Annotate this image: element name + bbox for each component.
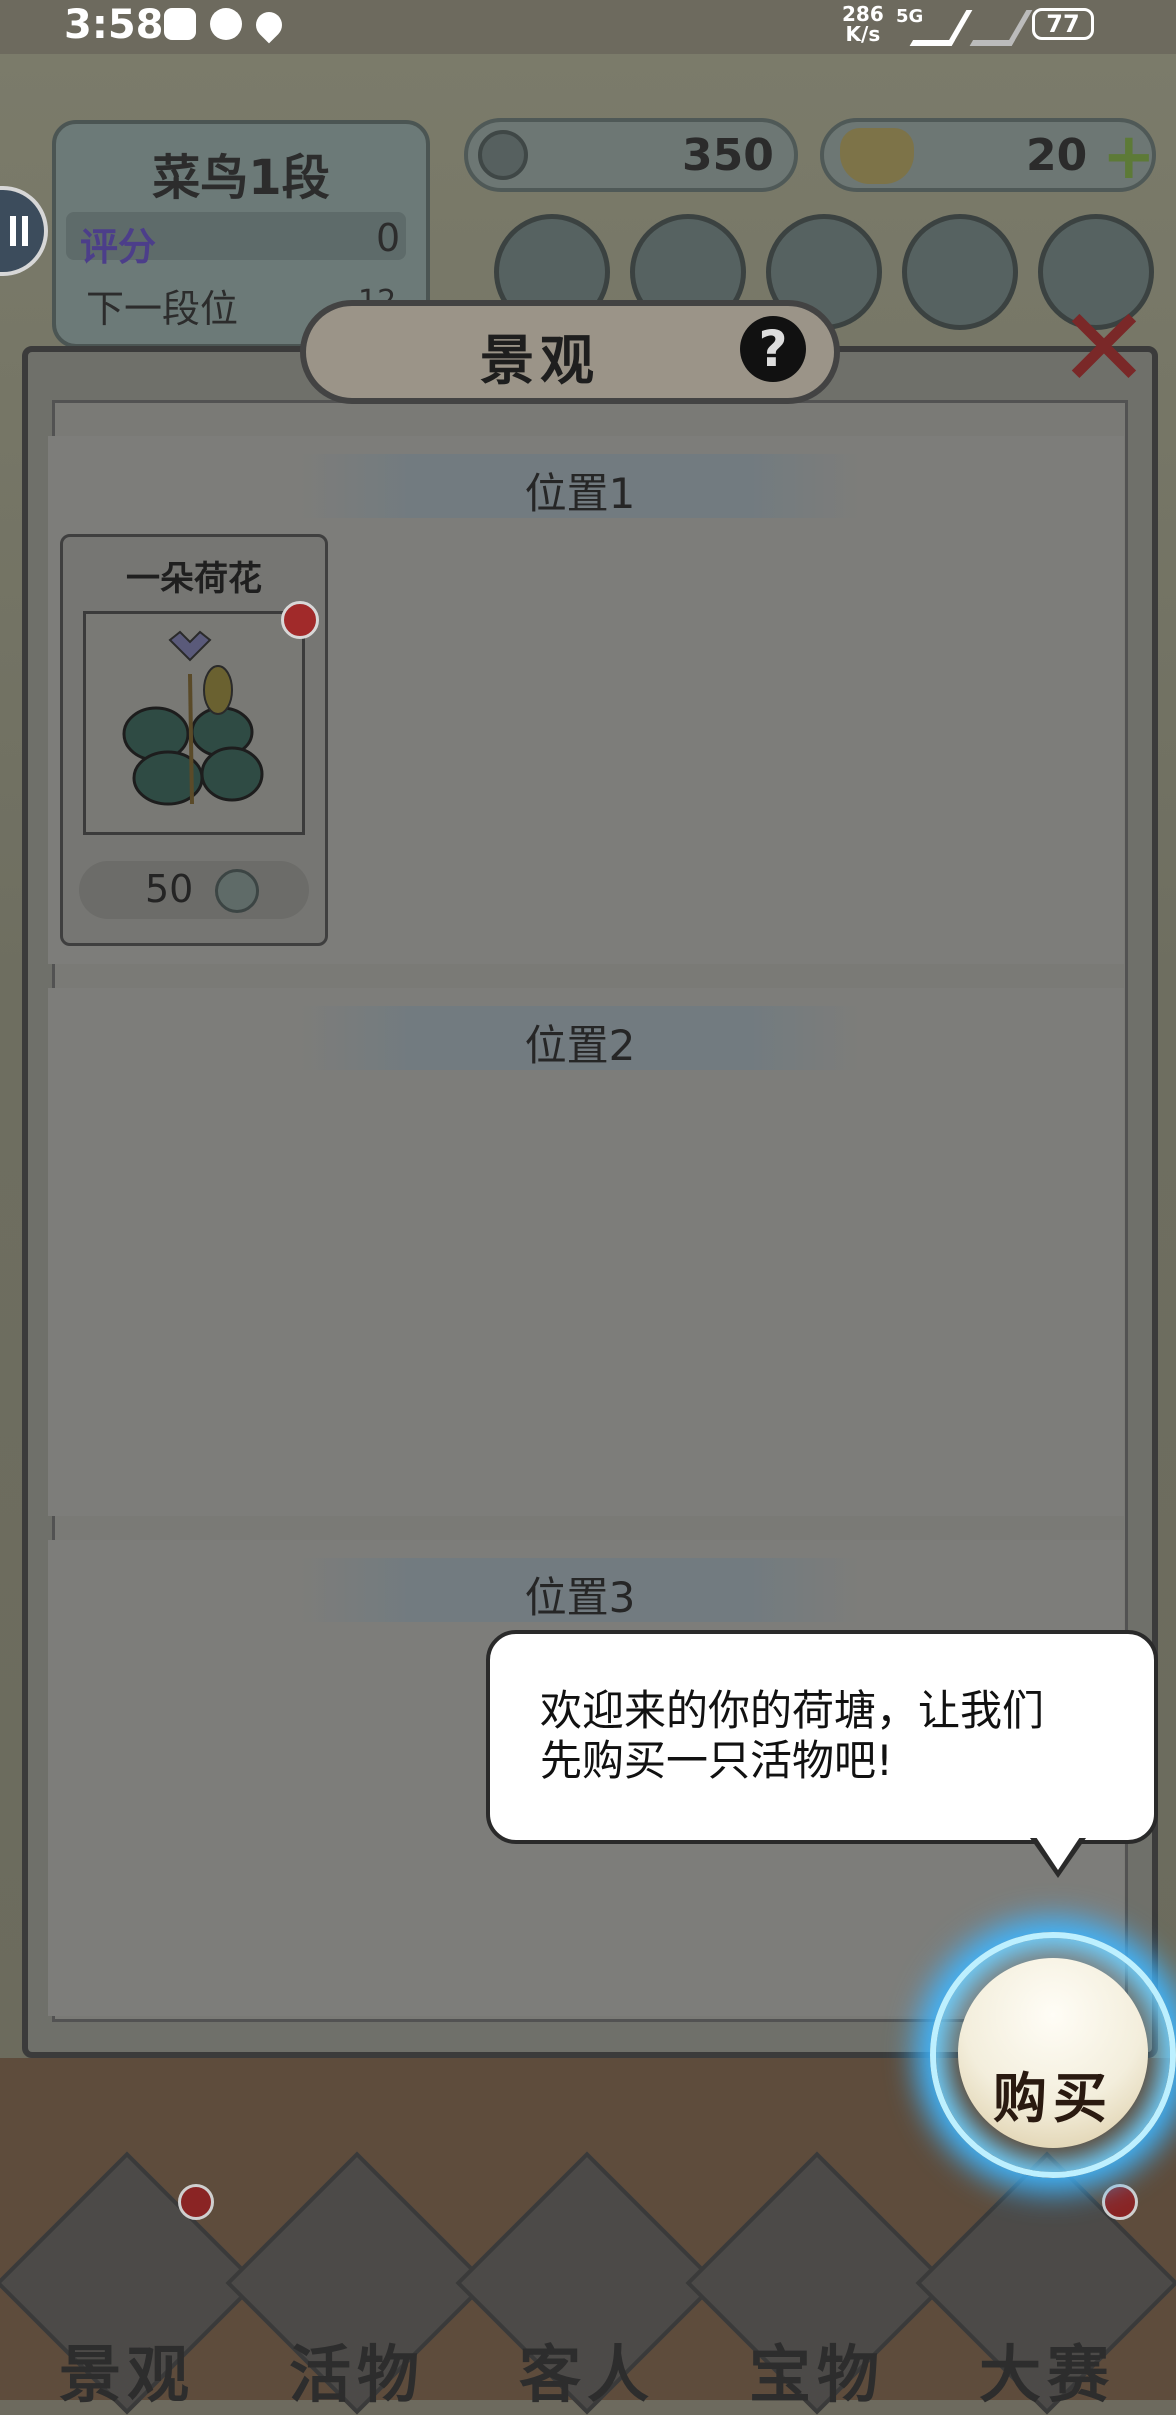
status-time: 3:58 [64,2,164,48]
status-bar: 3:58 286 K/s 5G 77 [0,0,1176,54]
add-gold-button[interactable]: + [1102,120,1156,194]
lotus-icon [83,611,305,835]
network-speed-unit: K/s [845,22,881,46]
tab-treasures-label: 宝物 [748,2338,885,2411]
slot-2-label: 位置2 [524,1021,636,1070]
slot-1-label: 位置1 [524,469,636,518]
score-label: 评分 [80,225,157,269]
gold-ingot-icon [840,128,914,184]
network-speed-value: 286 [842,2,884,26]
tab-contest-label: 大赛 [978,2338,1115,2411]
copper-coin-icon [478,130,528,180]
alarm-icon [210,8,242,40]
coin-value: 350 [682,130,774,181]
item-name: 一朵荷花 [126,559,262,599]
slot-3-header: 位置3 [300,1558,860,1622]
coin-counter: 350 [464,118,798,192]
tab-scenery-label: 景观 [58,2338,195,2411]
buy-button[interactable]: 购买 [958,1958,1148,2148]
item-price-value: 50 [145,867,194,911]
new-item-badge [281,601,319,639]
network-type: 5G [896,6,924,27]
gold-value: 20 [1026,130,1088,181]
score-value: 0 [376,216,401,260]
dialog-title-plaque: 景观 ? [300,300,840,404]
tab-creatures-label: 活物 [288,2338,425,2411]
tutorial-line-1: 欢迎来的你的荷塘，让我们 [540,1686,1045,1735]
rank-title: 菜鸟1段 [152,150,330,206]
copper-coin-icon [215,869,259,913]
item-price: 50 [79,861,309,919]
network-speed: 286 K/s [842,4,884,44]
item-card-lotus[interactable]: 一朵荷花 50 [60,534,328,946]
contest-badge [1102,2184,1138,2220]
tutorial-bubble: 欢迎来的你的荷塘，让我们 先购买一只活物吧! [486,1630,1158,1844]
bubble-tail-fill [1034,1834,1082,1870]
pause-icon [10,216,28,246]
help-button[interactable]: ? [740,316,806,382]
buy-button-label: 购买 [993,2067,1113,2130]
tab-creatures[interactable]: 活物 [225,2150,489,2415]
battery-icon: 77 [1032,8,1094,40]
tutorial-text: 欢迎来的你的荷塘，让我们 先购买一只活物吧! [540,1686,1130,1786]
app-notification-icon [164,8,196,40]
scenery-badge [178,2184,214,2220]
signal-2-icon [969,10,1033,46]
dialog-title: 景观 [480,329,600,392]
location-icon [250,6,288,44]
gold-counter: 20 + [820,118,1156,194]
tab-treasures[interactable]: 宝物 [685,2150,949,2415]
slot-1-header: 位置1 [300,454,860,518]
tutorial-line-2: 先购买一只活物吧! [540,1736,893,1785]
tab-guests-label: 客人 [518,2338,655,2411]
close-button[interactable]: ✕ [1048,293,1160,403]
slot-2-header: 位置2 [300,1006,860,1070]
card-icon[interactable] [902,214,1018,330]
tab-guests[interactable]: 客人 [455,2150,719,2415]
slot-3-label: 位置3 [524,1573,636,1622]
next-rank-label: 下一段位 [86,287,239,331]
